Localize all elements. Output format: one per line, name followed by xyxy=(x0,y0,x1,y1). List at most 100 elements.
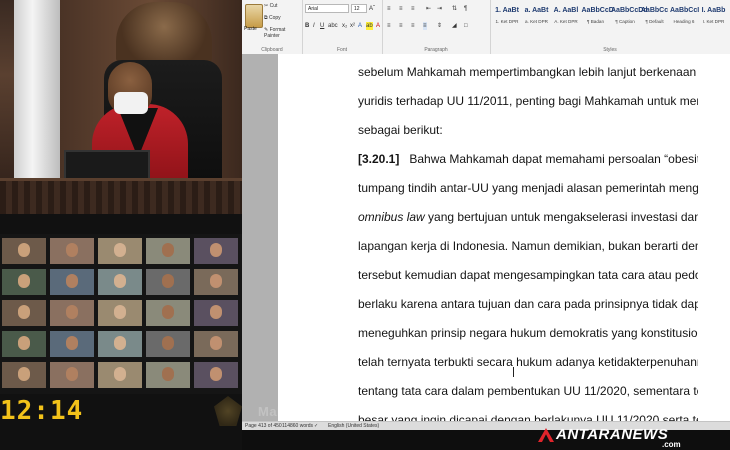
superscript-icon[interactable]: x² xyxy=(350,22,355,30)
participant-video-tile[interactable] xyxy=(146,362,190,388)
subscript-icon[interactable]: x₂ xyxy=(342,22,347,30)
participant-face xyxy=(66,243,78,257)
participant-video-tile[interactable] xyxy=(194,269,238,295)
participant-face xyxy=(18,243,30,257)
grow-font-icon[interactable]: Aˆ xyxy=(369,5,375,13)
participant-face xyxy=(114,367,126,381)
text-span: yang bertujuan untuk mengakselerasi inve… xyxy=(428,210,698,224)
underline-icon[interactable]: U xyxy=(320,22,324,30)
document-area[interactable]: sebelum Mahkamah mempertimbangkan lebih … xyxy=(242,54,730,421)
participant-video-tile[interactable] xyxy=(50,331,94,357)
style-name: Heading 6 xyxy=(673,19,695,24)
participant-video-tile[interactable] xyxy=(194,362,238,388)
styles-group-label: Styles xyxy=(603,47,617,53)
participant-video-tile[interactable] xyxy=(194,331,238,357)
style-item[interactable]: AaBbCcI Heading 6 xyxy=(670,4,700,38)
style-item[interactable]: AaBbCcDd ¶ Caption xyxy=(611,4,648,38)
show-marks-icon[interactable]: ¶ xyxy=(464,5,467,13)
text-effects-icon[interactable]: A xyxy=(358,22,362,30)
copy-button[interactable]: ⧉ Copy xyxy=(264,15,281,21)
participant-video-tile[interactable] xyxy=(146,300,190,326)
cut-button[interactable]: ✂ Cut xyxy=(264,3,277,9)
text-line-with-italic: omnibus law yang bertujuan untuk mengaks… xyxy=(358,203,698,232)
paste-icon[interactable] xyxy=(245,4,263,28)
italic-icon[interactable]: I xyxy=(313,22,315,30)
line-spacing-icon[interactable]: ⇕ xyxy=(437,22,442,30)
style-name: ¶ Caption xyxy=(615,19,635,24)
participant-face xyxy=(66,336,78,350)
format-painter-button[interactable]: ✎ Format Painter xyxy=(264,27,302,39)
garuda-emblem xyxy=(214,396,242,426)
highlight-icon[interactable]: ab xyxy=(366,22,373,30)
participant-video-tile[interactable] xyxy=(2,331,46,357)
font-color-icon[interactable]: A xyxy=(376,22,380,30)
style-item[interactable]: I. AaBb I. Ket DPR xyxy=(700,4,728,38)
borders-icon[interactable]: □ xyxy=(464,22,468,30)
strikethrough-icon[interactable]: abc xyxy=(328,22,338,30)
participant-video-tile[interactable] xyxy=(98,238,142,264)
style-preview: AaBbCcD xyxy=(581,7,614,14)
style-item[interactable]: a. AaBt a. Ket DPR xyxy=(523,4,551,38)
participant-video-tile[interactable] xyxy=(98,331,142,357)
participant-video-tile[interactable] xyxy=(2,238,46,264)
participant-video-tile[interactable] xyxy=(146,331,190,357)
sort-icon[interactable]: ⇅ xyxy=(452,5,457,13)
style-item[interactable]: AaBbCcD ¶ Badan xyxy=(581,4,614,38)
style-preview: AaBbCc xyxy=(640,7,669,14)
participant-video-tile[interactable] xyxy=(98,269,142,295)
text-line: tersebut kemudian dapat mengesampingkan … xyxy=(358,268,698,282)
participant-video-tile[interactable] xyxy=(50,238,94,264)
participant-video-tile[interactable] xyxy=(146,238,190,264)
align-right-icon[interactable]: ≡ xyxy=(411,22,415,30)
font-name-select[interactable]: Arial xyxy=(305,4,349,13)
shading-icon[interactable]: ◢ xyxy=(452,22,457,30)
bold-icon[interactable]: B xyxy=(305,22,309,30)
word-window: Paste ✂ Cut ⧉ Copy ✎ Format Painter Clip… xyxy=(242,0,730,450)
font-group: Arial 12 Aˆ B I U abc x₂ x² A ab A Font xyxy=(302,0,383,54)
participant-video-tile[interactable] xyxy=(2,269,46,295)
participant-video-tile[interactable] xyxy=(194,300,238,326)
style-item[interactable]: AaBbCc ¶ Default xyxy=(641,4,669,38)
style-name: ¶ Badan xyxy=(586,19,605,24)
style-item[interactable]: 1. AaBt 1. Ket DPR xyxy=(493,4,521,38)
participant-face xyxy=(66,305,78,319)
judge-bench xyxy=(0,178,242,214)
participant-video-tile[interactable] xyxy=(98,300,142,326)
antara-logo-icon xyxy=(538,428,554,442)
align-left-icon[interactable]: ≡ xyxy=(387,22,391,30)
paste-button[interactable]: Paste xyxy=(244,26,257,32)
copy-label: Copy xyxy=(268,15,281,21)
participant-video-tile[interactable] xyxy=(50,269,94,295)
participant-video-tile[interactable] xyxy=(98,362,142,388)
participant-face xyxy=(114,336,126,350)
participant-face xyxy=(162,243,174,257)
numbering-icon[interactable]: ≡ xyxy=(399,5,403,13)
decrease-indent-icon[interactable]: ⇤ xyxy=(426,5,431,13)
participant-video-tile[interactable] xyxy=(50,300,94,326)
participant-video-tile[interactable] xyxy=(194,238,238,264)
increase-indent-icon[interactable]: ⇥ xyxy=(437,5,442,13)
bullets-icon[interactable]: ≡ xyxy=(387,5,391,13)
participant-face xyxy=(162,336,174,350)
document-page[interactable]: sebelum Mahkamah mempertimbangkan lebih … xyxy=(278,54,730,421)
participant-video-tile[interactable] xyxy=(50,362,94,388)
clipboard-group: Paste ✂ Cut ⧉ Copy ✎ Format Painter Clip… xyxy=(242,0,303,54)
style-item[interactable]: A. AaBl A. Ket DPR xyxy=(552,4,580,38)
ribbon: Paste ✂ Cut ⧉ Copy ✎ Format Painter Clip… xyxy=(242,0,730,55)
paragraph-first-line: [3.20.1] Bahwa Mahkamah dapat memahami pe… xyxy=(358,145,698,174)
justify-icon[interactable]: ≡ xyxy=(423,22,427,30)
font-size-select[interactable]: 12 xyxy=(351,4,367,13)
participant-video-tile[interactable] xyxy=(2,362,46,388)
document-text[interactable]: sebelum Mahkamah mempertimbangkan lebih … xyxy=(358,58,698,421)
italic-phrase: omnibus law xyxy=(358,210,425,224)
style-name: A. Ket DPR xyxy=(554,19,578,24)
multilevel-list-icon[interactable]: ≡ xyxy=(411,5,415,13)
face-mask xyxy=(114,92,148,114)
style-preview: AaBbCcI xyxy=(670,7,700,14)
video-panel: 12:14 xyxy=(0,0,242,450)
style-name: a. Ket DPR xyxy=(525,19,548,24)
watermark: Mahkamah xyxy=(258,404,330,419)
align-center-icon[interactable]: ≡ xyxy=(399,22,403,30)
participant-video-tile[interactable] xyxy=(2,300,46,326)
participant-video-tile[interactable] xyxy=(146,269,190,295)
